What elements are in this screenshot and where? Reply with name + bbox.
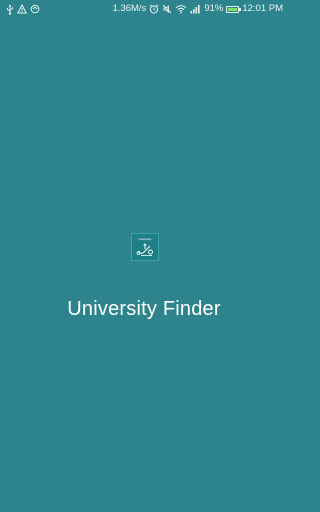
status-bar-left bbox=[6, 3, 40, 15]
network-speed: 1.36M/s bbox=[112, 3, 147, 14]
battery-level-fill bbox=[228, 7, 237, 11]
signal-icon bbox=[190, 3, 201, 15]
battery-outline bbox=[226, 5, 242, 13]
clock: 12:01 PM bbox=[242, 3, 283, 14]
app-logo-icon: University bbox=[131, 233, 159, 261]
sync-icon bbox=[30, 3, 40, 15]
usb-icon bbox=[6, 3, 14, 15]
battery-icon bbox=[226, 3, 242, 15]
status-bar: 1.36M/s 91% 12:01 PM bbox=[0, 0, 288, 18]
alarm-icon bbox=[149, 3, 159, 15]
app-logo-label: University bbox=[138, 237, 152, 241]
status-bar-right: 1.36M/s 91% 12:01 PM bbox=[113, 3, 283, 15]
warning-icon bbox=[17, 3, 27, 15]
mute-icon bbox=[162, 3, 172, 15]
wifi-icon bbox=[175, 3, 187, 15]
battery-percent: 91% bbox=[204, 3, 224, 14]
compass-pointer-icon bbox=[135, 243, 155, 260]
app-title: University Finder bbox=[67, 298, 221, 320]
